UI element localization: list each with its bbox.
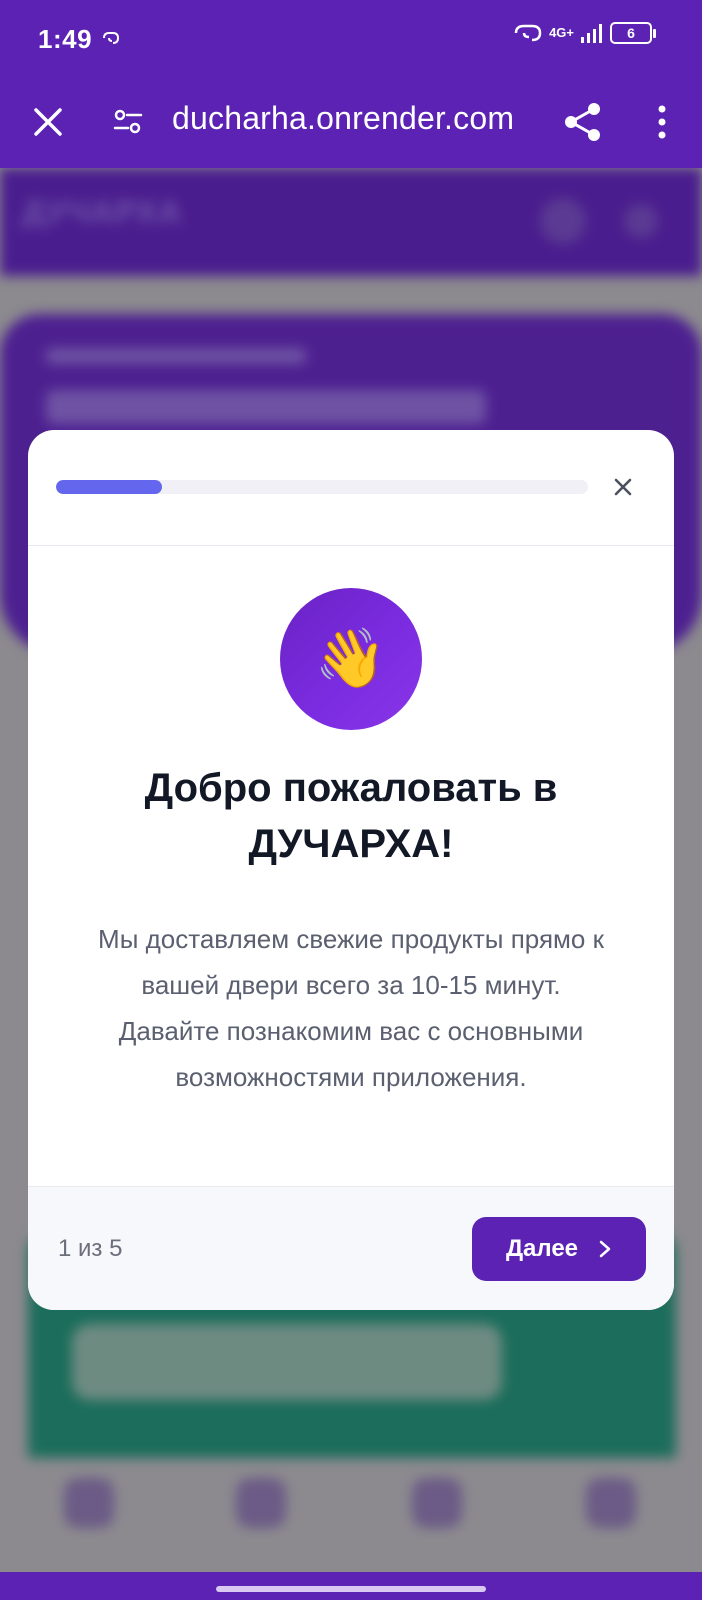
- modal-header: [28, 430, 674, 546]
- progress-fill: [56, 480, 163, 494]
- url-bar[interactable]: ducharha.onrender.com: [172, 100, 514, 137]
- next-button[interactable]: Далее: [472, 1217, 646, 1281]
- waving-hand-icon: 👋: [314, 626, 388, 691]
- bg-cart-icon: [412, 1478, 462, 1528]
- gesture-handle[interactable]: [216, 1586, 486, 1592]
- step-indicator: 1 из 5: [58, 1235, 123, 1262]
- modal-title: Добро пожаловать в ДУЧАРХА!: [68, 760, 634, 872]
- modal-title-line2: ДУЧАРХА!: [248, 822, 454, 866]
- link-icon: [103, 32, 120, 44]
- bg-hero-tagline: [46, 348, 306, 364]
- bg-hero-title: [46, 390, 486, 424]
- next-button-label: Далее: [505, 1235, 579, 1262]
- close-icon[interactable]: [602, 466, 644, 508]
- bg-location-icon: [540, 198, 586, 244]
- modal-description: Мы доставляем свежие продукты прямо к ва…: [98, 924, 604, 1092]
- status-bar: 1:49 4G+ 6: [0, 0, 702, 80]
- onboarding-progress-bar: [56, 480, 588, 494]
- bg-profile-icon: [624, 204, 658, 238]
- signal-icon: [581, 24, 602, 43]
- chevron-right-icon: [599, 1240, 611, 1258]
- bg-home-icon: [64, 1478, 114, 1528]
- battery-level: 6: [627, 25, 635, 41]
- browser-toolbar: ducharha.onrender.com: [0, 80, 702, 168]
- modal-footer: 1 из 5 Далее: [28, 1186, 674, 1310]
- site-settings-icon[interactable]: [112, 106, 144, 138]
- bg-catalog-icon: [236, 1478, 286, 1528]
- bg-app-brand: ДУЧАРХА: [22, 194, 183, 230]
- onboarding-modal: 👋 Добро пожаловать в ДУЧАРХА! Мы доставл…: [28, 430, 674, 1310]
- status-indicators: 4G+ 6: [513, 22, 656, 44]
- network-type: 4G+: [549, 25, 574, 40]
- close-tab-icon[interactable]: [28, 102, 68, 142]
- more-menu-icon[interactable]: [646, 102, 678, 142]
- modal-title-line1: Добро пожаловать в: [144, 766, 558, 810]
- status-time: 1:49: [38, 24, 93, 54]
- bg-promo-button: [72, 1324, 502, 1400]
- share-icon[interactable]: [562, 100, 604, 144]
- welcome-hero-circle: 👋: [280, 588, 422, 730]
- bg-app-header: ДУЧАРХА: [0, 168, 702, 276]
- bg-account-icon: [586, 1478, 636, 1528]
- gesture-bar-area: [0, 1572, 702, 1600]
- volte-icon: [514, 24, 542, 42]
- battery-icon: 6: [610, 22, 656, 44]
